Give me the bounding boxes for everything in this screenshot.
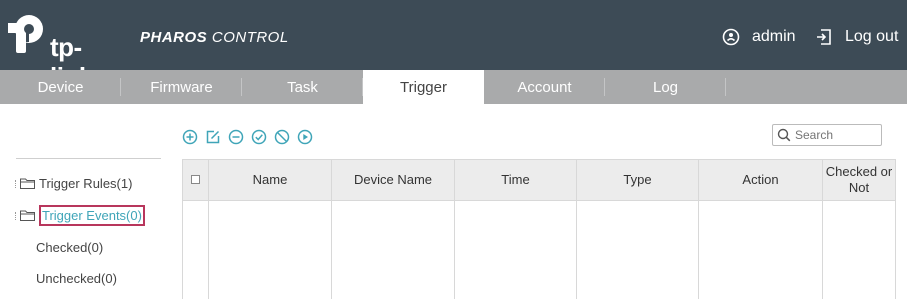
tp-link-logo-mark (8, 15, 43, 53)
tree-line (15, 179, 19, 188)
sidebar-item-label[interactable]: Trigger Rules(1) (39, 176, 132, 191)
table-column-body (455, 201, 577, 299)
add-icon[interactable] (182, 129, 198, 145)
table-column-body (183, 201, 209, 299)
app-header: tp-link PHAROS CONTROL admin Log out (0, 0, 907, 92)
product-name: PHAROS CONTROL (140, 28, 289, 48)
column-header-time[interactable]: Time (455, 160, 577, 200)
check-icon[interactable] (251, 129, 267, 145)
logout-label[interactable]: Log out (845, 28, 898, 46)
edit-icon[interactable] (205, 129, 221, 145)
tab-log[interactable]: Log (605, 70, 726, 104)
sidebar-item-trigger-rules[interactable]: Trigger Rules(1) (15, 176, 132, 191)
user-menu[interactable]: admin (722, 28, 796, 46)
main-nav: Device Firmware Task Trigger Account Log (0, 70, 907, 104)
tab-device[interactable]: Device (0, 70, 121, 104)
sidebar-subitem-checked[interactable]: Checked(0) (36, 240, 103, 255)
table-column-body (699, 201, 823, 299)
user-label[interactable]: admin (752, 28, 796, 46)
column-header-device-name[interactable]: Device Name (332, 160, 455, 200)
table-column-body (577, 201, 699, 299)
column-header-name[interactable]: Name (209, 160, 332, 200)
search-icon (777, 128, 791, 142)
remove-icon[interactable] (228, 129, 244, 145)
tp-link-logo: tp-link (2, 12, 93, 92)
table-header: Name Device Name Time Type Action Checke… (183, 160, 895, 201)
product-name-rest: CONTROL (207, 29, 289, 46)
column-header-action[interactable]: Action (699, 160, 823, 200)
sidebar-divider (16, 158, 161, 159)
sidebar-subitem-unchecked[interactable]: Unchecked(0) (36, 271, 117, 286)
tab-firmware[interactable]: Firmware (121, 70, 242, 104)
toolbar (182, 129, 313, 145)
sidebar-item-label[interactable]: Trigger Events(0) (39, 205, 145, 226)
column-header-checked-or-not[interactable]: Checked or Not (823, 160, 895, 200)
events-table: Name Device Name Time Type Action Checke… (182, 159, 896, 299)
select-all-cell (183, 160, 209, 200)
select-all-checkbox[interactable] (191, 175, 200, 184)
block-icon[interactable] (274, 129, 290, 145)
table-column-body (823, 201, 895, 299)
search-box[interactable] (772, 124, 882, 146)
folder-icon (20, 178, 35, 189)
table-column-body (332, 201, 455, 299)
logout-button[interactable]: Log out (815, 28, 898, 46)
play-icon[interactable] (297, 129, 313, 145)
column-header-type[interactable]: Type (577, 160, 699, 200)
user-icon (722, 28, 740, 46)
product-name-bold: PHAROS (140, 29, 208, 46)
logout-icon (817, 29, 831, 45)
folder-icon (20, 210, 35, 221)
search-input[interactable] (795, 128, 875, 142)
tree-line (15, 211, 19, 220)
tab-task[interactable]: Task (242, 70, 363, 104)
sidebar-item-trigger-events[interactable]: Trigger Events(0) (15, 205, 145, 226)
table-body (183, 201, 895, 299)
table-column-body (209, 201, 332, 299)
tab-trigger[interactable]: Trigger (363, 70, 484, 104)
tab-account[interactable]: Account (484, 70, 605, 104)
